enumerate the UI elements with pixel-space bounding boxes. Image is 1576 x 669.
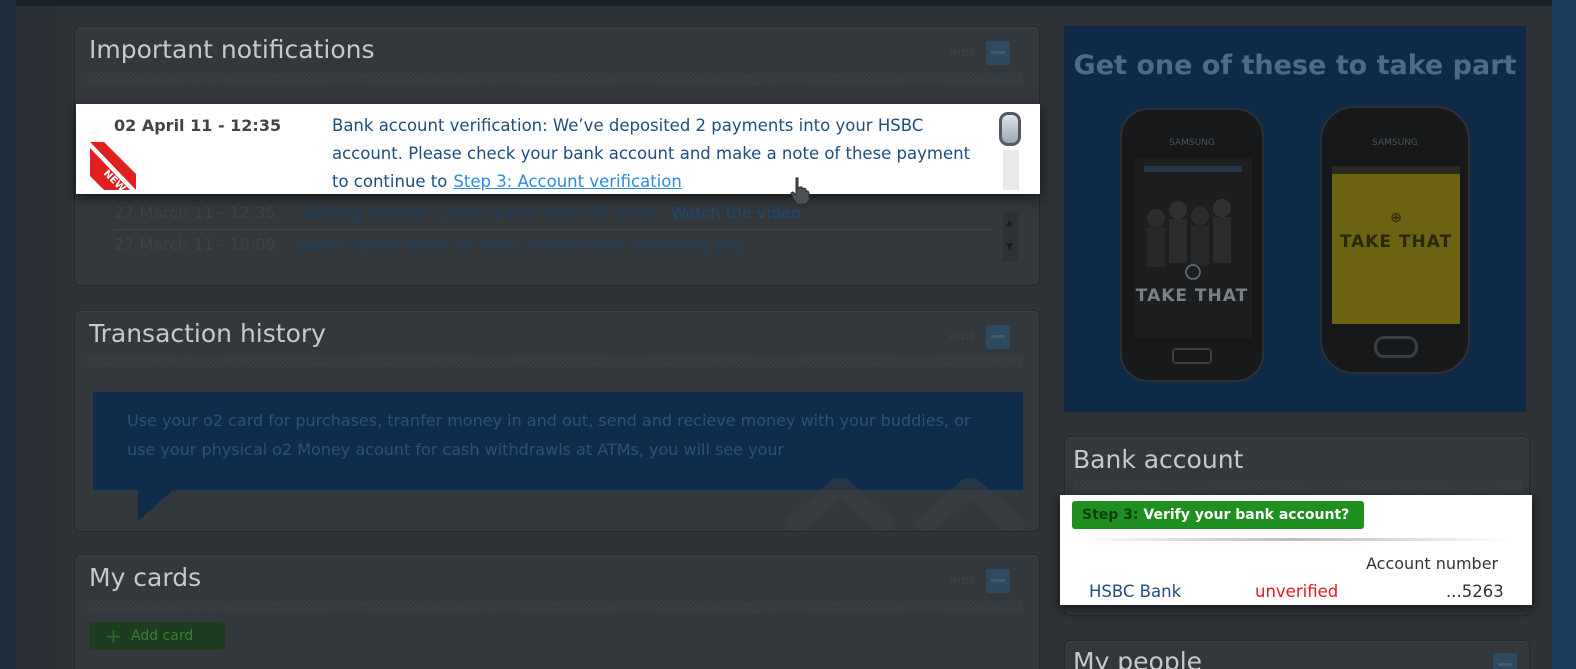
minus-icon[interactable] <box>1493 653 1517 669</box>
scrollbar-thumb[interactable] <box>999 112 1021 146</box>
notification-date: 27 March 11 - 10:09 <box>114 235 276 254</box>
account-number: ...5263 <box>1446 582 1504 601</box>
notification-row[interactable]: 27 March 11 - 12:35 Getting started: Lor… <box>114 203 801 222</box>
my-people-panel: My people <box>1064 640 1530 669</box>
transaction-history-title: Transaction history <box>89 319 326 348</box>
divider <box>1074 538 1514 541</box>
band-logo-right: TAKE THAT <box>1339 232 1453 252</box>
my-cards-panel: My cards HIDE <box>74 554 1040 669</box>
band-logo-left: TAKE THAT <box>1135 286 1249 306</box>
minus-icon[interactable] <box>985 41 1010 65</box>
page-edge-right <box>1552 0 1576 669</box>
title-underline <box>87 601 1023 613</box>
status-badge: unverified <box>1255 582 1339 601</box>
notification-date: 02 April 11 - 12:35 <box>114 116 282 135</box>
title-underline <box>1073 481 1523 493</box>
row-divider <box>112 229 992 230</box>
scrollbar-track[interactable] <box>1003 150 1019 190</box>
step-number: Step 3: <box>1082 507 1139 523</box>
verify-bank-button[interactable]: Step 3: Verify your bank account? <box>1072 501 1364 529</box>
minus-icon[interactable] <box>985 569 1010 593</box>
hand-cursor-icon <box>790 177 810 205</box>
bank-name-link[interactable]: HSBC Bank <box>1089 582 1181 601</box>
hide-label: HIDE <box>949 47 978 59</box>
bank-account-title: Bank account <box>1073 445 1244 474</box>
notification-text: Getting started: Lorem ipsum dolor sit a… <box>302 203 656 222</box>
notification-text: Lorem ipsum dolor sit amet, consectetur … <box>298 235 746 254</box>
scroll-up-icon[interactable]: ▲ <box>1006 218 1013 228</box>
speech-tail <box>138 489 174 521</box>
transaction-info-text: Use your o2 card for purchases, tranfer … <box>127 411 971 459</box>
title-underline <box>87 355 1023 367</box>
account-verification-link[interactable]: Step 3: Account verification <box>453 172 681 191</box>
notifications-hide-control[interactable]: HIDE <box>949 41 1010 65</box>
phone-image-right: SAMSUNG ⊕ TAKE THAT <box>1320 106 1470 374</box>
watermark-graphic <box>780 478 1030 530</box>
phone-brand: SAMSUNG <box>1169 138 1215 148</box>
globe-icon: ⊕ <box>1390 210 1402 226</box>
plus-icon: + <box>105 624 122 648</box>
phone-screen: ⊕ TAKE THAT <box>1332 166 1460 324</box>
my-people-title: My people <box>1073 647 1203 669</box>
phone-brand: SAMSUNG <box>1372 138 1418 148</box>
title-underline <box>87 73 1023 85</box>
home-button <box>1172 348 1212 364</box>
phone-screen <box>1134 158 1252 338</box>
hide-label: HIDE <box>949 331 978 343</box>
notifications-title: Important notifications <box>89 35 375 64</box>
account-number-header: Account number <box>1366 554 1499 573</box>
home-button <box>1374 336 1418 358</box>
add-card-button[interactable]: + Add card <box>89 622 225 650</box>
phone-image-left: SAMSUNG TAKE THAT <box>1120 108 1264 382</box>
notification-date: 27 March 11 - 12:35 <box>114 203 276 222</box>
cards-hide-control[interactable]: HIDE <box>949 569 1010 593</box>
watch-video-link[interactable]: Watch the video <box>671 203 801 222</box>
new-badge: NEW <box>90 142 136 190</box>
promo-title: Get one of these to take part <box>1073 50 1517 81</box>
notification-row[interactable]: 27 March 11 - 10:09 Lorem ipsum dolor si… <box>114 235 745 254</box>
page-edge-left <box>0 0 16 669</box>
my-cards-title: My cards <box>89 563 202 592</box>
minus-icon[interactable] <box>985 325 1010 349</box>
notification-message: Bank account verification: We’ve deposit… <box>332 112 982 196</box>
step-label: Verify your bank account? <box>1143 507 1350 523</box>
add-card-label: Add card <box>131 628 194 644</box>
transactions-hide-control[interactable]: HIDE <box>949 325 1010 349</box>
scroll-down-icon[interactable]: ▼ <box>1006 242 1013 252</box>
hide-label: HIDE <box>949 575 978 587</box>
